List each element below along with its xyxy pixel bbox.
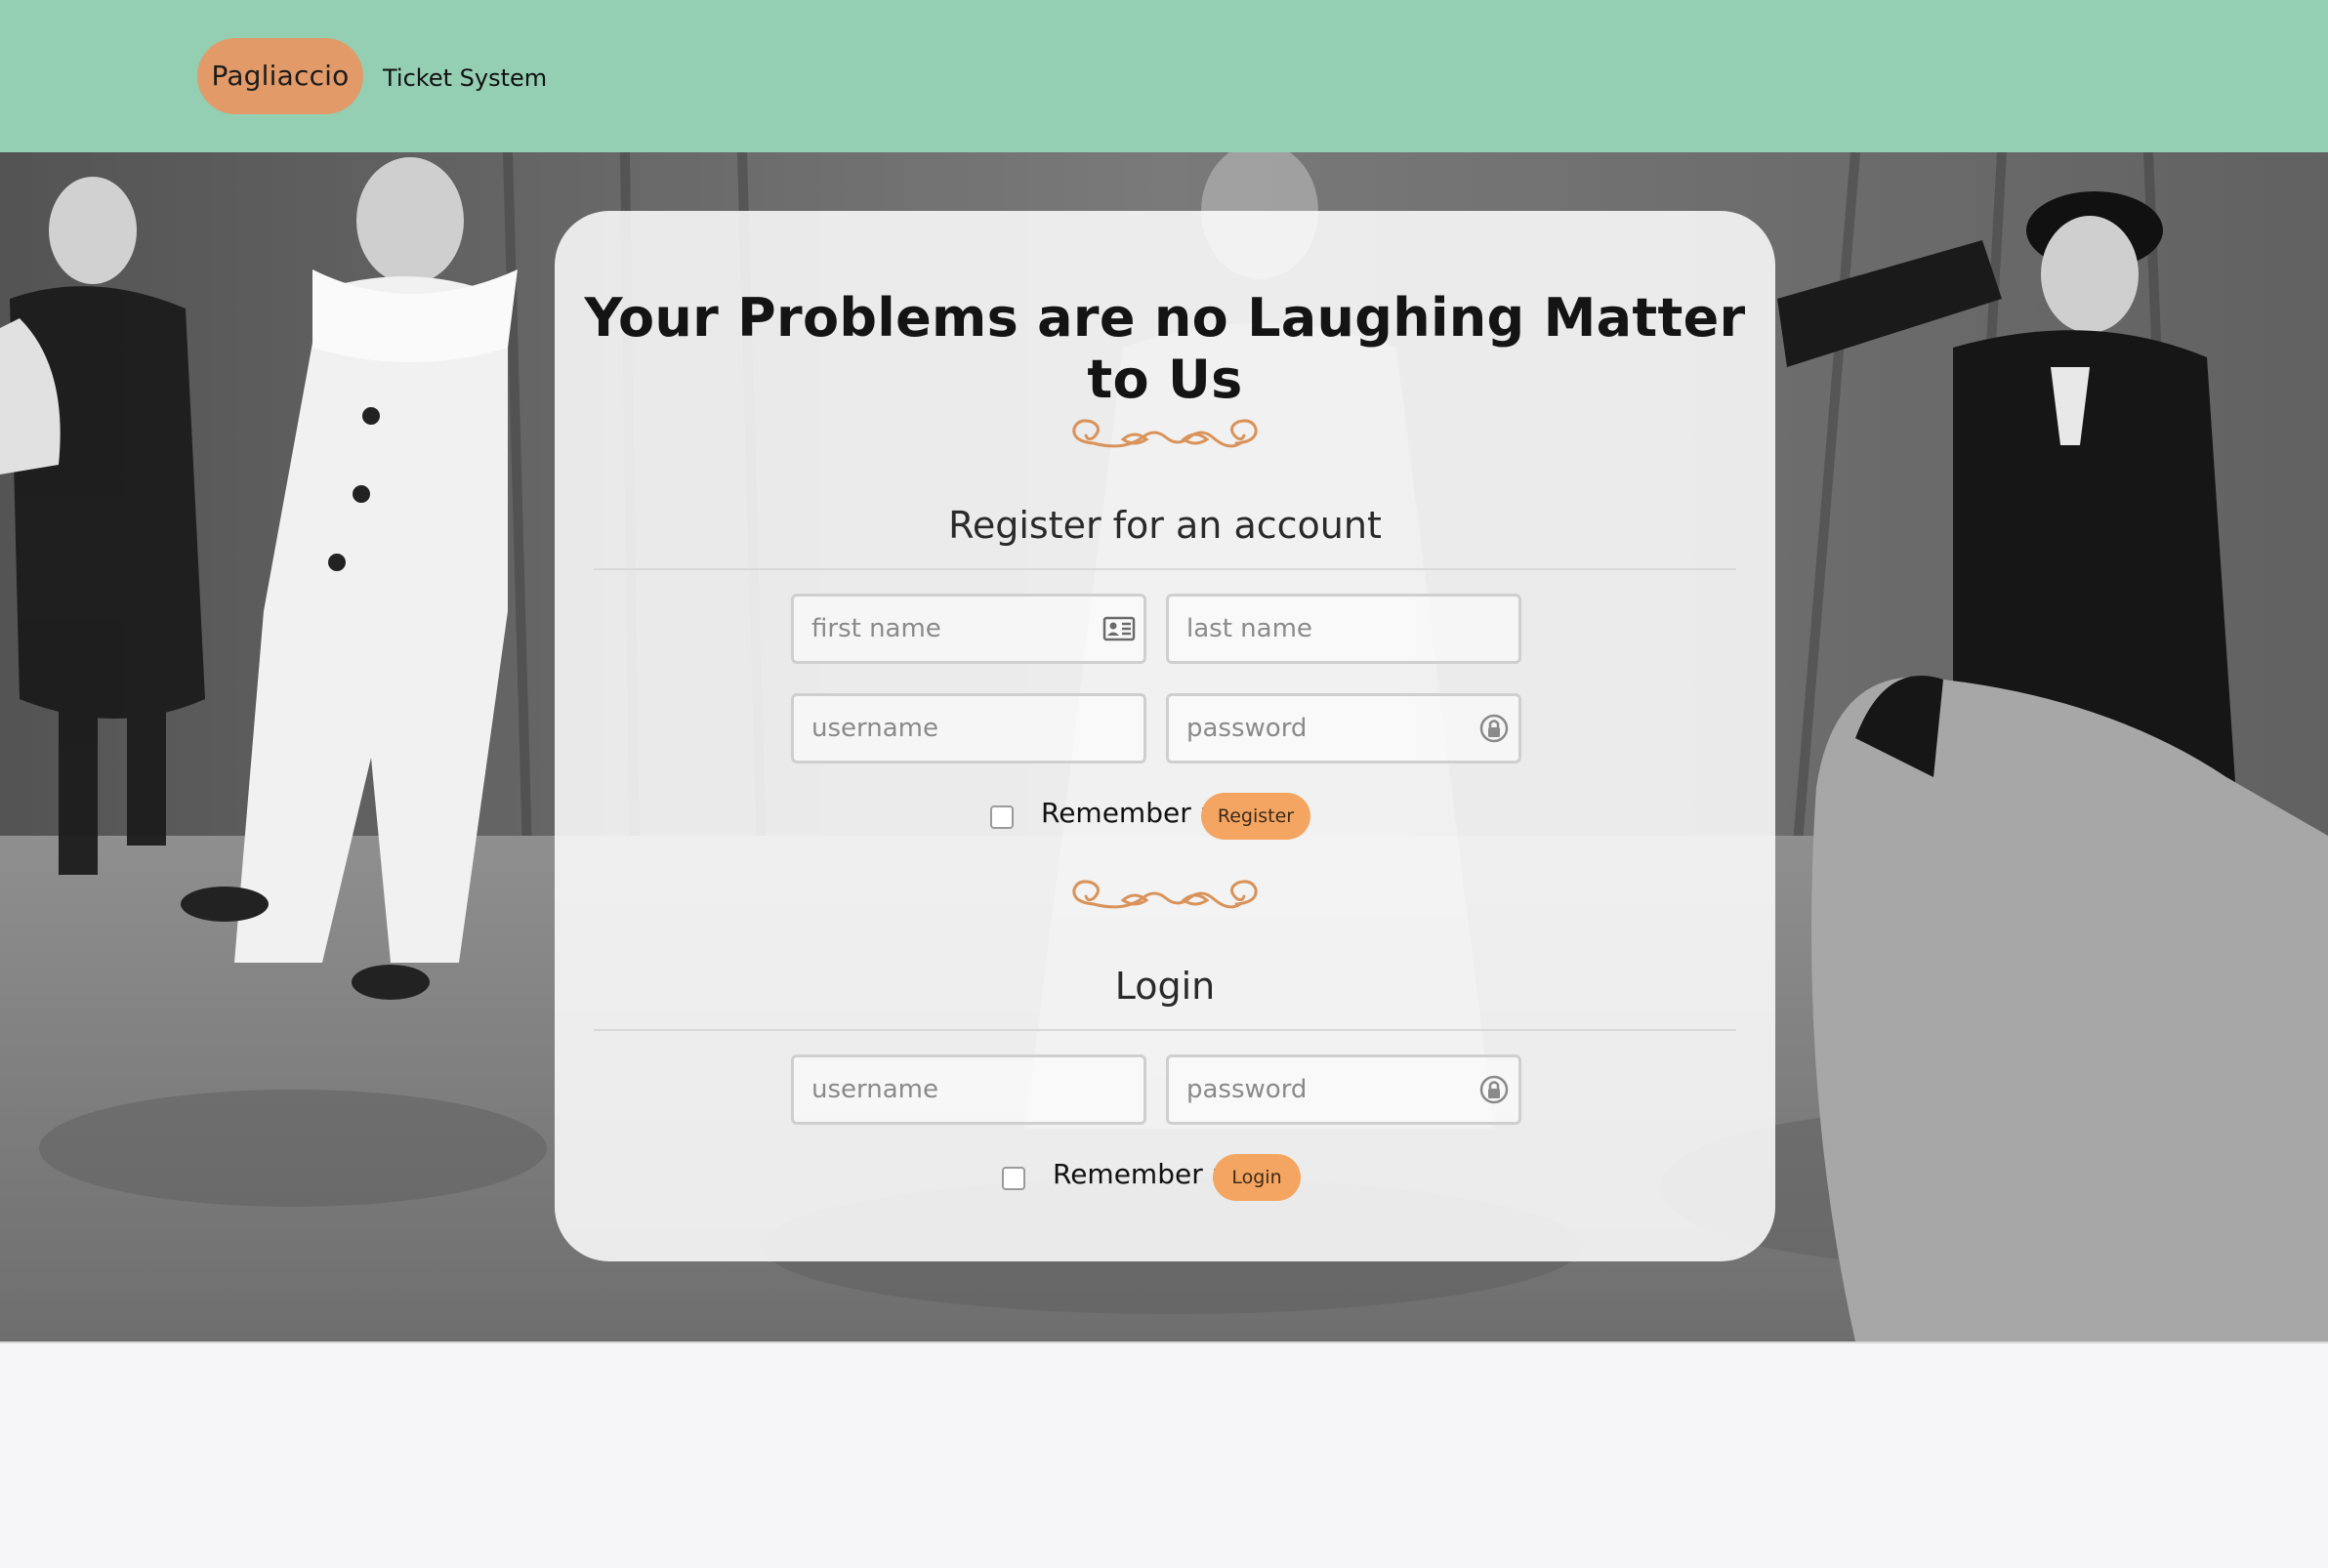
page-footer-area [0, 1341, 2328, 1568]
login-password-input[interactable] [1169, 1057, 1518, 1122]
register-username-field[interactable] [791, 693, 1146, 763]
login-username-field[interactable] [791, 1054, 1146, 1125]
login-remember-checkbox[interactable] [1002, 1167, 1025, 1190]
login-title: Login [1114, 965, 1216, 1008]
navbar: Pagliaccio Ticket System [0, 0, 2328, 152]
first-name-field[interactable] [791, 594, 1146, 664]
flourish-divider-icon [1072, 880, 1258, 909]
register-username-input[interactable] [794, 696, 1143, 761]
last-name-field[interactable] [1166, 594, 1521, 664]
register-remember-checkbox[interactable] [990, 805, 1014, 829]
login-password-field[interactable] [1166, 1054, 1521, 1125]
register-button[interactable]: Register [1201, 793, 1310, 840]
register-remember-row: Remember me Register [990, 793, 1342, 842]
register-password-input[interactable] [1169, 696, 1518, 761]
last-name-input[interactable] [1169, 597, 1518, 661]
register-password-field[interactable] [1166, 693, 1521, 763]
id-card-icon [1102, 616, 1136, 641]
brand-logo[interactable]: Pagliaccio [197, 38, 363, 114]
lock-icon [1479, 1075, 1509, 1104]
login-divider [594, 1029, 1736, 1031]
auth-card: Your Problems are no Laughing Matter to … [555, 211, 1775, 1261]
first-name-input[interactable] [794, 597, 1143, 661]
page-headline: Your Problems are no Laughing Matter to … [584, 287, 1746, 410]
flourish-divider-icon [1072, 419, 1258, 448]
login-remember-row: Remember me Login [1002, 1154, 1334, 1203]
register-divider [594, 568, 1736, 570]
lock-icon [1479, 714, 1509, 743]
login-username-input[interactable] [794, 1057, 1143, 1122]
login-button[interactable]: Login [1213, 1154, 1301, 1201]
register-title: Register for an account [948, 504, 1382, 547]
nav-link-ticket-system[interactable]: Ticket System [383, 59, 547, 98]
page: Pagliaccio Ticket System Your Problems a… [0, 0, 2328, 1568]
